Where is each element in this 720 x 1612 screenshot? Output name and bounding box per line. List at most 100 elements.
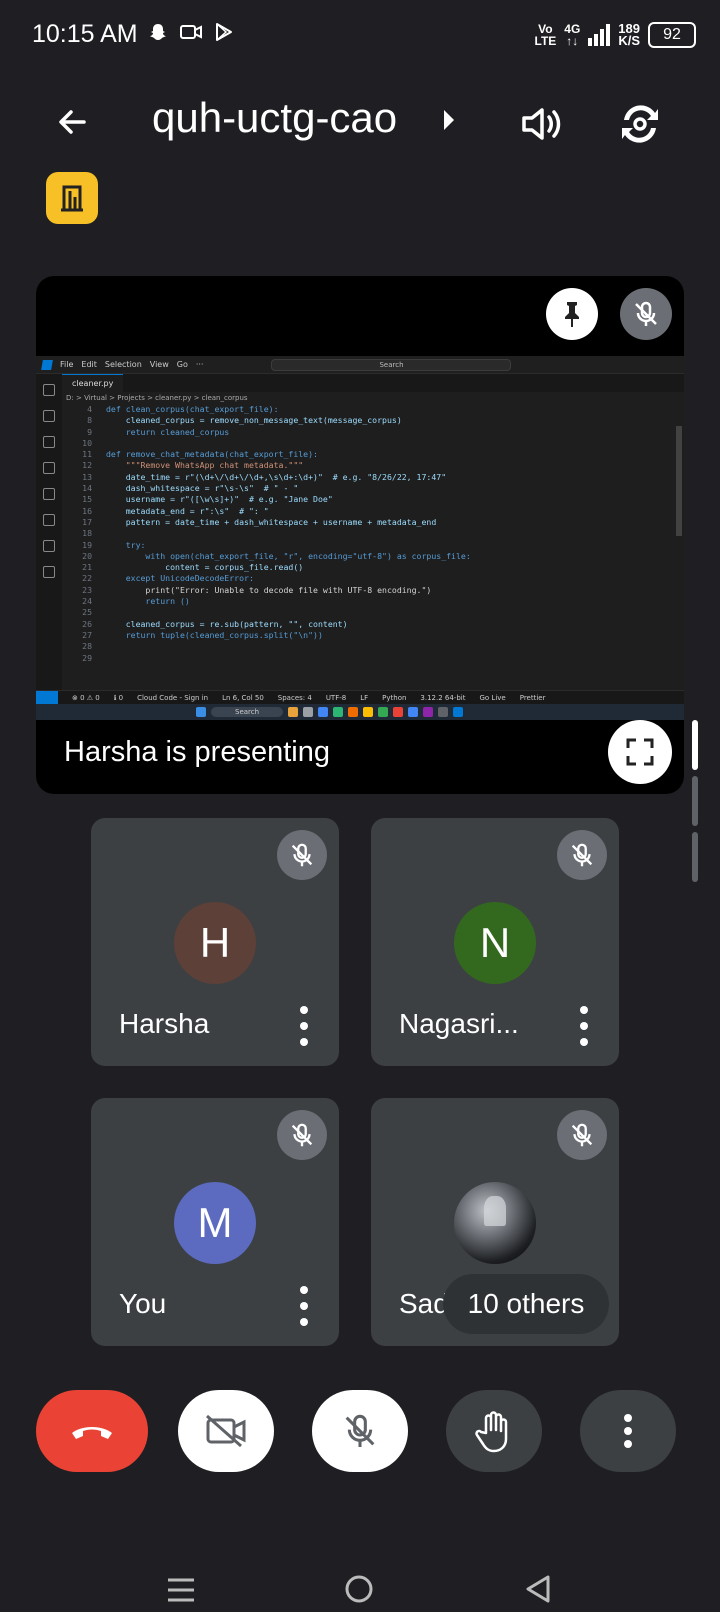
code-line: 20 with open(chat_export_file, "r", enco…: [82, 550, 471, 561]
mic-off-icon: [635, 301, 657, 326]
status-right: Vo LTE 4G ↑↓ 189 K/S 92: [534, 21, 696, 48]
clock: 10:15 AM: [32, 20, 138, 48]
mic-off-icon: [345, 1414, 375, 1447]
home-icon[interactable]: [344, 1574, 374, 1604]
avatar: M: [174, 1182, 256, 1264]
participant-name: You: [119, 1288, 167, 1319]
editor-status-item: Python: [382, 693, 407, 702]
code-line: 28: [82, 641, 92, 652]
switch-camera-button[interactable]: [612, 96, 668, 152]
participant-more-button[interactable]: [297, 1286, 311, 1326]
flip-camera-icon: [622, 105, 658, 143]
speaker-button[interactable]: [516, 98, 568, 150]
mic-off-icon: [291, 1123, 313, 1147]
code-line: 10: [82, 437, 92, 448]
presenter-muted-indicator: [620, 288, 672, 340]
mic-off-icon: [291, 843, 313, 867]
end-call-button[interactable]: [36, 1390, 148, 1472]
editor-status-item: Ln 6, Col 50: [222, 693, 264, 702]
code-line: 14 dash_whitespace = r"\s-\s" # " - ": [82, 483, 299, 494]
arrow-left-icon: [59, 110, 86, 134]
code-line: 29: [82, 652, 92, 663]
avatar: H: [174, 902, 256, 984]
editor-breadcrumb: D: > Virtual > Projects > cleaner.py > c…: [66, 394, 248, 402]
editor-scrollbar: [676, 426, 682, 536]
code-line: 12 """Remove WhatsApp chat metadata.""": [82, 460, 304, 471]
participant-more-button[interactable]: [577, 1006, 591, 1046]
muted-indicator: [557, 830, 607, 880]
network-generation: 4G ↑↓: [564, 22, 581, 48]
mic-off-icon: [571, 843, 593, 867]
mic-toggle-button[interactable]: [312, 1390, 408, 1472]
participant-tile-harsha[interactable]: H Harsha: [91, 818, 339, 1066]
network-speed: 189 K/S: [618, 21, 640, 48]
hang-up-icon: [72, 1427, 112, 1439]
camera-toggle-button[interactable]: [178, 1390, 274, 1472]
battery-level: 92: [663, 26, 681, 43]
raise-hand-icon: [475, 1411, 508, 1453]
code-view: 4 def clean_corpus(chat_export_file): 8 cl…: [62, 404, 674, 688]
speaker-icon: [522, 108, 561, 140]
editor-search-box: Search: [271, 358, 512, 371]
code-line: 15 username = r"([\w\s]+)" # e.g. "Jane …: [82, 494, 333, 505]
editor-status-item: Prettier: [519, 693, 546, 702]
meeting-top-bar: quh-uctg-cao: [0, 80, 720, 160]
menu-more: ···: [195, 360, 204, 369]
notification-icons: [148, 22, 234, 42]
muted-indicator: [557, 1110, 607, 1160]
back-nav-icon[interactable]: [524, 1574, 552, 1604]
pin-button[interactable]: [546, 288, 598, 340]
mic-off-icon: [571, 1123, 593, 1147]
fullscreen-button[interactable]: [608, 720, 672, 784]
battery-icon: 92: [648, 22, 696, 48]
participant-tile-you[interactable]: M You: [91, 1098, 339, 1346]
windows-taskbar: Search: [36, 704, 684, 720]
status-bar: 10:15 AM Vo LTE 4G ↑↓ 189 K/S 92: [0, 0, 720, 72]
shared-screen: File Edit Selection View Go ··· Search c…: [36, 356, 684, 720]
breakout-room-button[interactable]: [46, 172, 98, 224]
menu-selection: Selection: [104, 360, 142, 369]
others-chip[interactable]: 10 others: [443, 1274, 609, 1334]
editor-status-item: Go Live: [479, 693, 506, 702]
code-line: 8 cleaned_corpus = remove_non_message_te…: [87, 415, 402, 426]
pin-icon: [565, 302, 579, 327]
editor-status-item: ⊗ 0 ⚠ 0: [72, 693, 100, 702]
code-line: 4 def clean_corpus(chat_export_file):: [87, 404, 279, 414]
avatar: N: [454, 902, 536, 984]
more-options-button[interactable]: [580, 1390, 676, 1472]
code-line: 26 cleaned_corpus = re.sub(pattern, "", …: [82, 618, 348, 629]
code-line: 19 try:: [82, 539, 146, 550]
participant-tile-nagasri[interactable]: N Nagasri...: [371, 818, 619, 1066]
signal-strength-icon: [588, 24, 611, 46]
taskbar-search: Search: [211, 707, 284, 717]
door-icon: [61, 185, 83, 212]
code-line: 18: [82, 528, 92, 539]
system-nav-bar: [0, 1540, 720, 1612]
page-indicator: [692, 720, 700, 888]
code-line: 22 except UnicodeDecodeError:: [82, 573, 254, 584]
caret-right-icon[interactable]: [444, 110, 454, 130]
fullscreen-icon: [626, 738, 654, 766]
code-line: 25: [82, 607, 92, 618]
code-line: 27 return tuple(cleaned_corpus.split("\n…: [82, 629, 323, 640]
participant-more-button[interactable]: [297, 1006, 311, 1046]
more-vert-icon: [624, 1414, 632, 1448]
participant-tile-sadiq[interactable]: Sadiq 10 others: [371, 1098, 619, 1346]
video-camera-icon: [180, 25, 202, 39]
video-off-icon: [206, 1414, 246, 1448]
menu-go: Go: [176, 360, 188, 369]
play-store-icon: [216, 23, 232, 41]
menu-file: File: [60, 360, 74, 369]
back-button[interactable]: [46, 96, 98, 148]
presentation-tile[interactable]: File Edit Selection View Go ··· Search c…: [36, 276, 684, 794]
participant-name: Nagasri...: [399, 1008, 519, 1039]
editor-status-item: Cloud Code - Sign in: [137, 693, 209, 702]
participant-name: Harsha: [119, 1008, 210, 1039]
menu-view: View: [149, 360, 169, 369]
meeting-code[interactable]: quh-uctg-cao: [152, 94, 397, 142]
raise-hand-button[interactable]: [446, 1390, 542, 1472]
recent-apps-icon[interactable]: [166, 1576, 196, 1604]
code-line: 24 return (): [82, 596, 190, 607]
volte-indicator: Vo LTE: [534, 22, 557, 48]
vscode-logo-icon: [41, 359, 53, 370]
